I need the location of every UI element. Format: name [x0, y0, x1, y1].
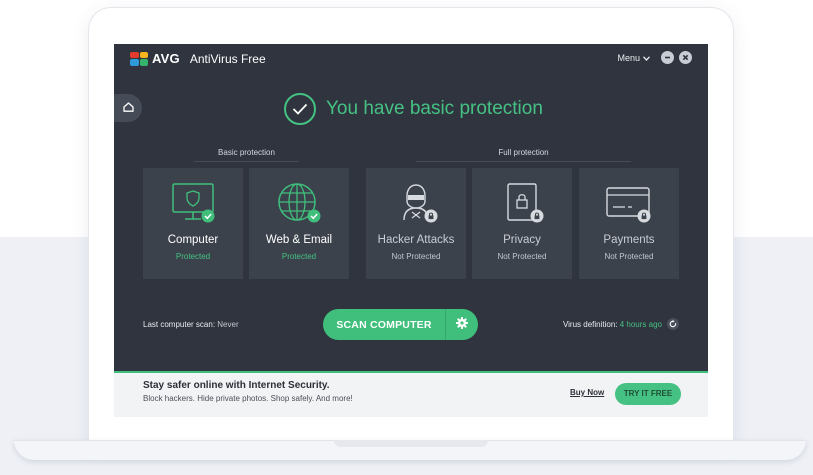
card-name: Computer: [167, 234, 219, 246]
credit-card-icon: [579, 182, 679, 226]
promo-subtitle: Block hackers. Hide private photos. Shop…: [143, 394, 353, 403]
card-hacker-attacks[interactable]: Hacker Attacks Not Protected: [366, 168, 466, 279]
hacker-icon: [366, 182, 466, 226]
refresh-icon: [669, 315, 677, 333]
home-icon: [122, 99, 134, 117]
last-scan-label: Last computer scan:: [143, 320, 216, 329]
product-name: AntiVirus Free: [189, 51, 266, 66]
minimize-icon: [661, 56, 674, 67]
card-status: Not Protected: [604, 252, 654, 261]
card-payments[interactable]: Payments Not Protected: [579, 168, 679, 279]
monitor-shield-icon: [143, 182, 243, 226]
full-protection-label: Full protection: [498, 148, 549, 157]
card-privacy[interactable]: Privacy Not Protected: [472, 168, 572, 279]
card-name: Web & Email: [265, 234, 333, 246]
close-icon: [679, 54, 692, 67]
promo-bar: Stay safer online with Internet Security…: [114, 373, 708, 417]
card-status: Protected: [281, 252, 317, 261]
basic-protection-label: Basic protection: [218, 148, 275, 157]
card-status: Protected: [175, 252, 211, 261]
try-it-free-button[interactable]: TRY IT FREE: [615, 383, 681, 405]
virus-definition-info: Virus definition: 4 hours ago: [563, 320, 662, 329]
promo-title: Stay safer online with Internet Security…: [143, 380, 330, 391]
card-web-email[interactable]: Web & Email Protected: [249, 168, 349, 279]
basic-protection-divider: [194, 161, 299, 162]
laptop-notch: [334, 440, 488, 447]
card-name: Privacy: [503, 234, 541, 246]
menu-button[interactable]: Menu: [617, 53, 650, 63]
virus-definition-label: Virus definition:: [562, 320, 618, 329]
status-message: You have basic protection: [326, 98, 543, 119]
home-tab[interactable]: [114, 94, 142, 122]
scan-computer-button[interactable]: SCAN COMPUTER: [323, 309, 478, 340]
refresh-definitions-button[interactable]: [667, 318, 679, 330]
virus-definition-value: 4 hours ago: [619, 320, 662, 329]
chevron-down-icon: [643, 54, 650, 63]
close-button[interactable]: [679, 51, 692, 64]
menu-label: Menu: [617, 53, 640, 63]
scan-button-label: SCAN COMPUTER: [336, 318, 432, 331]
title-bar: AVG AntiVirus Free Menu: [114, 44, 708, 72]
avg-logo-icon: [130, 51, 148, 66]
checkmark-circle-icon: [284, 93, 316, 125]
gear-icon: [456, 316, 468, 334]
card-status: Not Protected: [391, 252, 441, 261]
brand-name: AVG: [152, 51, 180, 66]
minimize-button[interactable]: [661, 51, 674, 64]
card-name: Payments: [603, 234, 655, 246]
full-protection-divider: [416, 161, 631, 162]
card-name: Hacker Attacks: [377, 234, 455, 246]
card-status: Not Protected: [497, 252, 547, 261]
globe-icon: [249, 182, 349, 226]
last-scan-value: Never: [217, 320, 239, 329]
card-computer[interactable]: Computer Protected: [143, 168, 243, 279]
app-logo: AVG AntiVirus Free: [130, 51, 266, 66]
scan-settings-button[interactable]: [445, 309, 478, 340]
protection-status: You have basic protection: [284, 93, 543, 125]
buy-now-link[interactable]: Buy Now: [570, 388, 604, 397]
last-scan-info: Last computer scan: Never: [143, 320, 239, 329]
app-window: AVG AntiVirus Free Menu You have basic p…: [114, 44, 708, 417]
privacy-lock-icon: [472, 182, 572, 226]
